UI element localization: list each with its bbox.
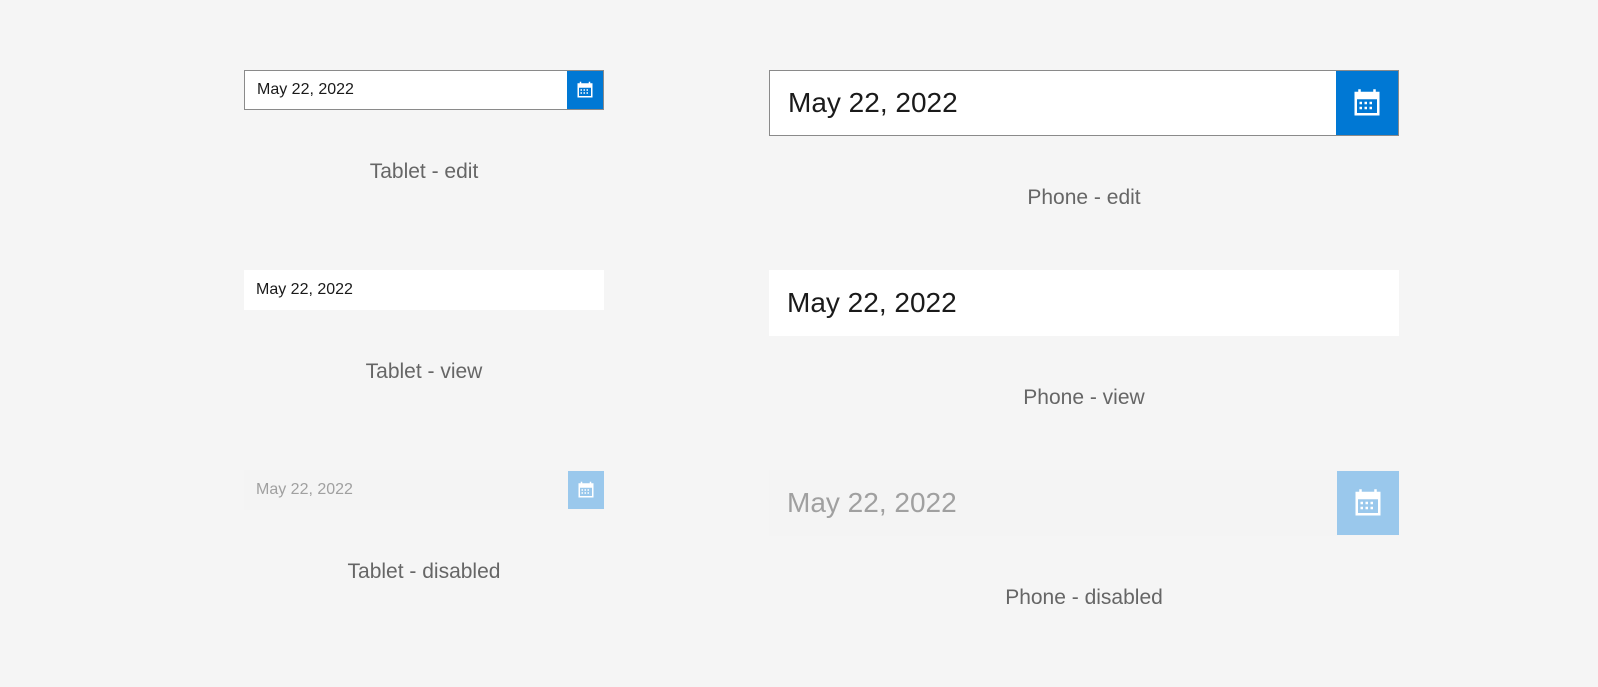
date-value[interactable]: May 22, 2022 xyxy=(245,81,567,99)
date-value[interactable]: May 22, 2022 xyxy=(770,87,1336,119)
datepicker-showcase-grid: May 22, 2022 Tablet - edit May 22, 2022 … xyxy=(199,70,1399,670)
tablet-disabled-cell: May 22, 2022 Tablet - disabled xyxy=(199,470,649,610)
date-value: May 22, 2022 xyxy=(244,481,568,499)
calendar-icon xyxy=(1353,488,1383,518)
calendar-button[interactable] xyxy=(567,71,603,109)
calendar-icon xyxy=(577,481,595,499)
caption-tablet-disabled: Tablet - disabled xyxy=(348,560,501,584)
date-value: May 22, 2022 xyxy=(769,487,1337,519)
calendar-button-disabled xyxy=(568,471,604,509)
calendar-icon xyxy=(576,81,594,99)
caption-phone-disabled: Phone - disabled xyxy=(1005,586,1163,610)
calendar-button[interactable] xyxy=(1336,71,1398,135)
date-value: May 22, 2022 xyxy=(769,287,1399,319)
datepicker-phone-view: May 22, 2022 xyxy=(769,270,1399,336)
datepicker-phone-disabled: May 22, 2022 xyxy=(769,470,1399,536)
phone-disabled-cell: May 22, 2022 Phone - disabled xyxy=(769,470,1399,610)
datepicker-tablet-disabled: May 22, 2022 xyxy=(244,470,604,510)
caption-phone-view: Phone - view xyxy=(1023,386,1144,410)
caption-tablet-edit: Tablet - edit xyxy=(370,160,479,184)
caption-phone-edit: Phone - edit xyxy=(1027,186,1140,210)
date-value: May 22, 2022 xyxy=(244,281,604,299)
datepicker-tablet-view: May 22, 2022 xyxy=(244,270,604,310)
tablet-edit-cell: May 22, 2022 Tablet - edit xyxy=(199,70,649,210)
datepicker-phone-edit[interactable]: May 22, 2022 xyxy=(769,70,1399,136)
phone-edit-cell: May 22, 2022 Phone - edit xyxy=(769,70,1399,210)
calendar-button-disabled xyxy=(1337,471,1399,535)
datepicker-tablet-edit[interactable]: May 22, 2022 xyxy=(244,70,604,110)
phone-view-cell: May 22, 2022 Phone - view xyxy=(769,270,1399,410)
caption-tablet-view: Tablet - view xyxy=(366,360,483,384)
tablet-view-cell: May 22, 2022 Tablet - view xyxy=(199,270,649,410)
calendar-icon xyxy=(1352,88,1382,118)
